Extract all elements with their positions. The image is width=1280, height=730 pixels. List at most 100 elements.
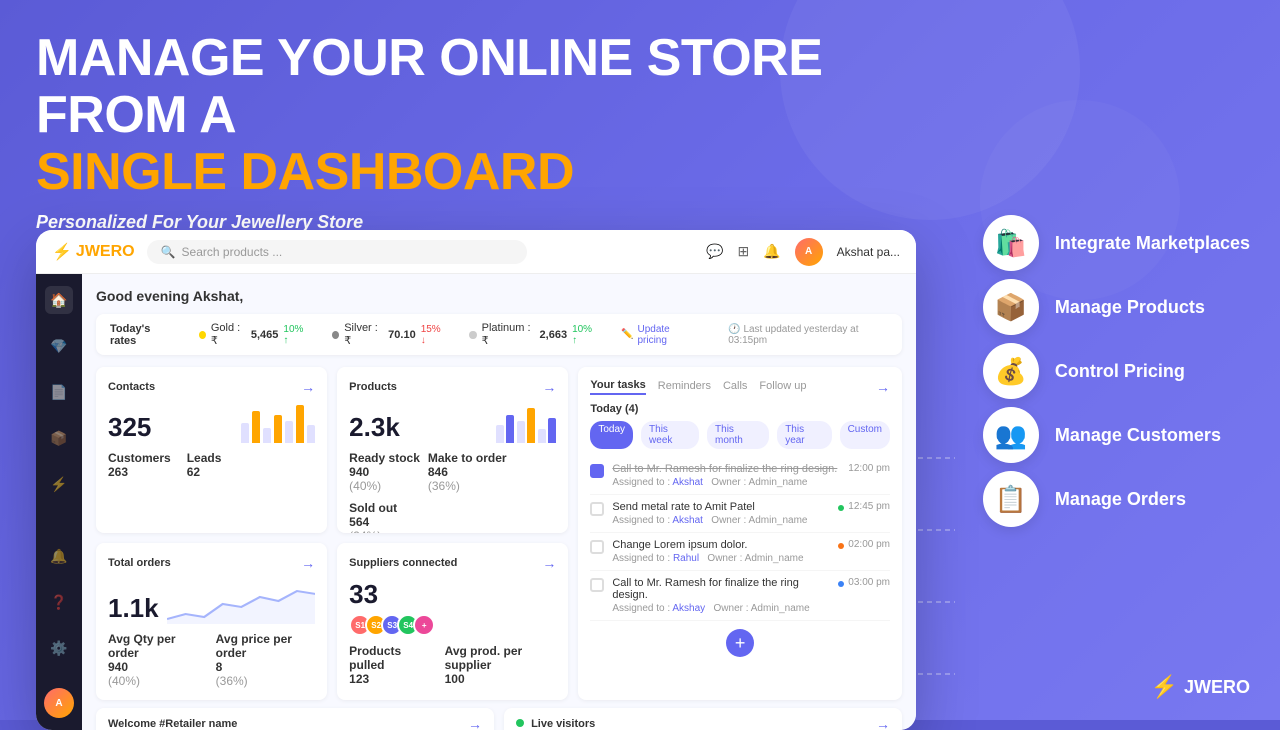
task-meta-3: Assigned to : Rahul Owner : Admin_name: [612, 553, 830, 564]
task-time-2: 12:45 pm: [848, 501, 890, 512]
sidebar-avatar[interactable]: A: [44, 688, 74, 718]
sidebar-home[interactable]: 🏠: [45, 286, 73, 314]
pricing-icon: 💰: [983, 343, 1039, 399]
task-checkbox-1[interactable]: [590, 464, 604, 478]
sidebar-gem[interactable]: 💎: [45, 332, 73, 360]
user-avatar[interactable]: A: [795, 238, 823, 266]
task-content-4: Call to Mr. Ramesh for finalize the ring…: [612, 577, 830, 614]
welcome-card: Welcome #Retailer name →: [96, 708, 494, 730]
orders-arrow[interactable]: →: [301, 555, 315, 571]
tab-reminders[interactable]: Reminders: [658, 380, 711, 394]
avg-price-stat: Avg price per order 8 (36%): [216, 632, 316, 688]
tasks-panel: Your tasks Reminders Calls Follow up → T…: [578, 367, 902, 700]
filter-today[interactable]: Today: [590, 421, 633, 449]
rates-title: Today's rates: [110, 323, 175, 347]
tasks-arrow[interactable]: →: [876, 379, 890, 395]
products-pulled-stat: Products pulled 123: [349, 644, 428, 686]
task-checkbox-3[interactable]: [590, 540, 604, 554]
integrate-icon: 🛍️: [983, 215, 1039, 271]
bar-5: [285, 421, 293, 443]
customers-stat: Customers 263: [108, 451, 171, 479]
customers-label: Manage Customers: [1055, 425, 1221, 446]
avg-price-label: Avg price per order: [216, 632, 316, 660]
sidebar-doc[interactable]: 📄: [45, 378, 73, 406]
task-time-1: 12:00 pm: [848, 463, 890, 474]
orders-icon: 📋: [983, 471, 1039, 527]
contacts-arrow[interactable]: →: [301, 379, 315, 395]
task-text-4: Call to Mr. Ramesh for finalize the ring…: [612, 577, 830, 601]
task-text-2: Send metal rate to Amit Patel: [612, 501, 830, 513]
dashboard-body: 🏠 💎 📄 📦 ⚡ 🔔 ❓ ⚙️ A Good evening Akshat, …: [36, 274, 916, 730]
gold-label: Gold : ₹: [211, 322, 246, 347]
sidebar-box[interactable]: 📦: [45, 424, 73, 452]
bar-6: [296, 405, 304, 443]
leads-stat: Leads 62: [187, 451, 222, 479]
live-visitors-card: Live visitors →: [504, 708, 902, 730]
tab-followup[interactable]: Follow up: [759, 380, 806, 394]
task-meta-4: Assigned to : Akshay Owner : Admin_name: [612, 603, 830, 614]
suppliers-arrow[interactable]: →: [542, 555, 556, 571]
products-card: Products → 2.3k: [337, 367, 568, 533]
task-count: Today (4): [590, 403, 890, 415]
avg-price-value: 8 (36%): [216, 660, 316, 688]
pricing-label: Control Pricing: [1055, 361, 1185, 382]
user-name: Akshat pa...: [837, 245, 900, 259]
sold-out-stat: Sold out 564 (24%): [349, 501, 397, 533]
prod-bar-6: [548, 418, 556, 443]
grid-icon[interactable]: ⊞: [737, 243, 749, 260]
bell-icon[interactable]: 🔔: [763, 243, 780, 260]
filter-this-month[interactable]: This month: [707, 421, 769, 449]
task-checkbox-4[interactable]: [590, 578, 604, 592]
products-arrow[interactable]: →: [542, 379, 556, 395]
sidebar-help[interactable]: ❓: [45, 588, 73, 616]
orders-title: Total orders: [108, 557, 171, 569]
task-checkbox-2[interactable]: [590, 502, 604, 516]
make-to-order-value: 846 (36%): [428, 465, 507, 493]
make-to-order-label: Make to order: [428, 451, 507, 465]
task-item-3: Change Lorem ipsum dolor. Assigned to : …: [590, 533, 890, 571]
rates-bar: Today's rates Gold : ₹ 5,465 10% ↑ Silve…: [96, 314, 902, 355]
bar-7: [307, 425, 315, 443]
sidebar-flash[interactable]: ⚡: [45, 470, 73, 498]
task-dot-3: [838, 543, 844, 549]
task-filters: Today This week This month This year Cus…: [590, 421, 890, 449]
live-arrow[interactable]: →: [876, 716, 890, 730]
orders-label: Manage Orders: [1055, 489, 1186, 510]
products-pulled-value: 123: [349, 672, 428, 686]
suppliers-card: Suppliers connected → 33 S1 S2 S3 S4 +: [337, 543, 568, 700]
task-content-2: Send metal rate to Amit Patel Assigned t…: [612, 501, 830, 526]
filter-custom[interactable]: Custom: [840, 421, 890, 449]
add-task-btn[interactable]: +: [726, 629, 754, 657]
sold-out-value: 564 (24%): [349, 515, 397, 533]
dashboard-logo: ⚡ JWERO: [52, 242, 135, 262]
platinum-change: 10% ↑: [572, 324, 597, 346]
prod-bar-5: [538, 429, 546, 443]
tab-your-tasks[interactable]: Your tasks: [590, 379, 645, 395]
products-icon: 📦: [983, 279, 1039, 335]
avg-prod-stat: Avg prod. per supplier 100: [445, 644, 557, 686]
bar-1: [241, 423, 249, 443]
filter-this-week[interactable]: This week: [641, 421, 699, 449]
chat-icon[interactable]: 💬: [706, 243, 723, 260]
welcome-arrow[interactable]: →: [468, 716, 482, 730]
products-label: Manage Products: [1055, 297, 1205, 318]
update-pricing-btn[interactable]: ✏️ Update pricing: [621, 324, 696, 346]
task-item-4: Call to Mr. Ramesh for finalize the ring…: [590, 571, 890, 621]
suppliers-total: 33: [349, 579, 435, 610]
customers-label: Customers: [108, 451, 171, 465]
orders-total: 1.1k: [108, 593, 159, 624]
tab-calls[interactable]: Calls: [723, 380, 747, 394]
feature-orders: 📋 Manage Orders: [983, 471, 1250, 527]
task-meta-2: Assigned to : Akshat Owner : Admin_name: [612, 515, 830, 526]
task-text-1: Call to Mr. Ramesh for finalize the ring…: [612, 463, 840, 475]
contacts-chart: [241, 403, 315, 443]
search-bar[interactable]: 🔍 Search products ...: [147, 240, 527, 264]
filter-this-year[interactable]: This year: [777, 421, 831, 449]
gold-dot: [199, 331, 206, 339]
products-pulled-label: Products pulled: [349, 644, 428, 672]
bar-3: [263, 428, 271, 443]
sidebar-bell[interactable]: 🔔: [45, 542, 73, 570]
sidebar-settings[interactable]: ⚙️: [45, 634, 73, 662]
integrate-label: Integrate Marketplaces: [1055, 233, 1250, 254]
prod-bar-1: [496, 425, 504, 443]
